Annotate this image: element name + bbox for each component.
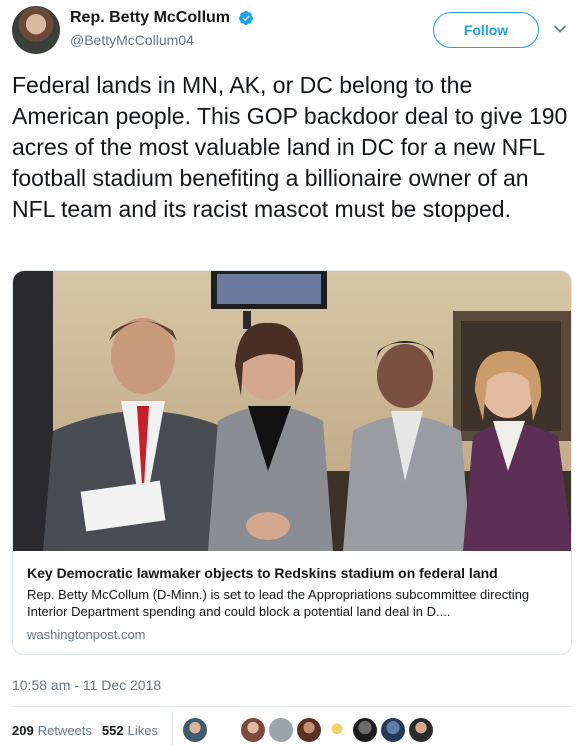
card-domain[interactable]: washingtonpost.com	[27, 627, 559, 642]
tweet-header: Rep. Betty McCollum @BettyMcCollum04 Fol…	[12, 6, 572, 56]
card-title[interactable]: Key Democratic lawmaker objects to Redsk…	[27, 564, 559, 582]
card-body[interactable]: Key Democratic lawmaker objects to Redsk…	[13, 551, 571, 654]
card-photo[interactable]	[13, 271, 572, 551]
author-handle[interactable]: @BettyMcCollum04	[70, 32, 254, 48]
liker-avatar[interactable]	[352, 718, 377, 742]
liker-avatar[interactable]	[240, 718, 265, 742]
liker-avatars	[182, 718, 437, 742]
likes-count[interactable]: 552	[102, 723, 124, 738]
liker-avatar[interactable]	[296, 718, 321, 742]
liker-avatar[interactable]	[324, 718, 349, 742]
card-description: Rep. Betty McCollum (D-Minn.) is set to …	[27, 587, 530, 619]
follow-button[interactable]: Follow	[433, 12, 539, 48]
tweet-text: Federal lands in MN, AK, or DC belong to…	[12, 72, 568, 222]
verified-badge-icon	[239, 11, 254, 25]
tweet-timestamp[interactable]: 10:58 am - 11 Dec 2018	[12, 677, 161, 693]
link-card[interactable]: Key Democratic lawmaker objects to Redsk…	[12, 270, 572, 655]
author-display-name[interactable]: Rep. Betty McCollum	[70, 9, 230, 27]
tweet-stats: 209 Retweets 552 Likes	[12, 715, 437, 745]
liker-avatar[interactable]	[182, 718, 207, 742]
retweets-label[interactable]: Retweets	[38, 723, 92, 738]
liker-avatar[interactable]	[268, 718, 293, 742]
author-avatar[interactable]	[12, 6, 60, 54]
liker-avatar[interactable]	[380, 718, 405, 742]
chevron-down-icon[interactable]	[553, 22, 567, 36]
likes-label[interactable]: Likes	[128, 723, 158, 738]
divider	[12, 706, 572, 707]
stats-separator	[171, 715, 173, 745]
author-name-block[interactable]: Rep. Betty McCollum @BettyMcCollum04	[70, 9, 254, 48]
liker-avatar[interactable]	[408, 718, 433, 742]
retweets-count[interactable]: 209	[12, 723, 34, 738]
